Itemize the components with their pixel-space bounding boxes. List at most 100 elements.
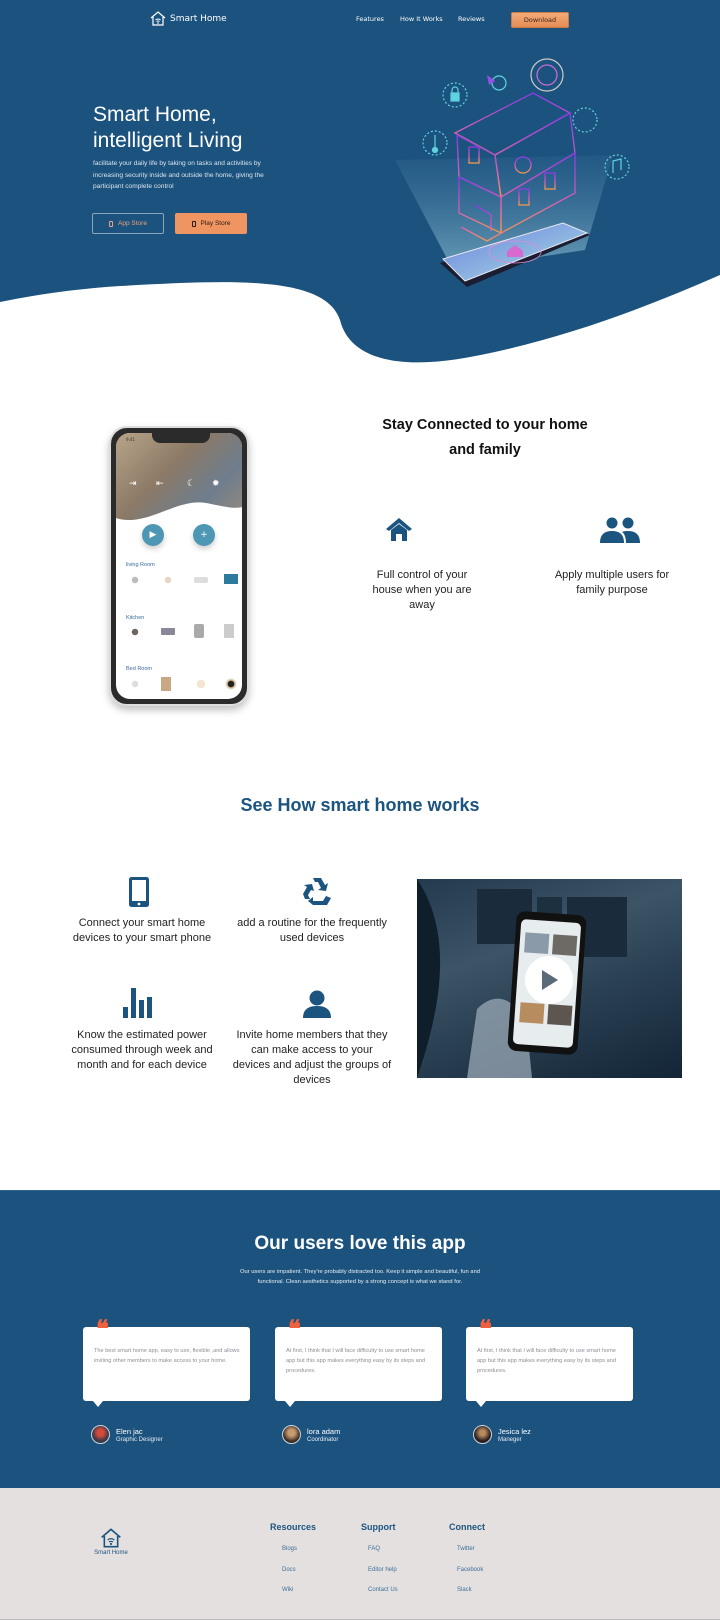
tablet-icon (129, 877, 149, 907)
feature-multiple-users: Apply multiple users for family purpose (554, 569, 670, 596)
smart-house-illustration (395, 58, 630, 287)
hero-subtitle: facilitate your daily life by taking on … (93, 160, 264, 190)
testimonials-subtitle: Our users are impatient. They're probabl… (239, 1269, 481, 1285)
kettle-device[interactable] (194, 624, 204, 638)
testimonial-author: Elen jac Graphic Designer (91, 1425, 163, 1444)
hero-title: Smart Home, intelligent Living (93, 102, 242, 154)
avatar (473, 1425, 492, 1444)
step-connect: Connect your smart home devices to your … (72, 917, 212, 944)
footer-link-contact[interactable]: Contact Us (368, 1587, 398, 1593)
app-phone-mockup: 9:41 ⇥ ⇤ ☾ ✹ ▶ + living Room Kitchen Bed… (109, 426, 249, 706)
testimonial-text: At first, I think that I will face diffi… (477, 1348, 616, 1374)
status-time: 9:41 (126, 437, 135, 442)
quote-icon: ❝ (96, 1314, 109, 1343)
feature-full-control: Full control of your house when you are … (372, 569, 472, 611)
speaker-device[interactable] (224, 677, 238, 691)
room-label-kitchen: Kitchen (126, 615, 145, 621)
footer-brand[interactable]: Smart Home (93, 1528, 129, 1556)
footer-link-slack[interactable]: Slack (457, 1587, 472, 1593)
nav-how-it-works[interactable]: How It Works (400, 15, 443, 23)
user-icon (303, 990, 331, 1018)
testimonial-author: lora adam Coordinator (282, 1425, 340, 1444)
house-wifi-icon (150, 11, 166, 26)
exit-icon[interactable]: ⇤ (156, 479, 164, 489)
pendant-light-device[interactable] (128, 625, 142, 639)
footer-heading-connect: Connect (449, 1522, 485, 1532)
enter-icon[interactable]: ⇥ (129, 479, 137, 489)
download-button[interactable]: Download (511, 12, 569, 28)
microwave-device[interactable] (161, 628, 175, 635)
avatar (282, 1425, 301, 1444)
play-store-button[interactable]: Play Store (175, 213, 247, 234)
footer-heading-resources: Resources (270, 1522, 317, 1532)
testimonial-text: The best smart home app, easy to use, fl… (94, 1348, 240, 1364)
lamp-device[interactable] (128, 573, 142, 587)
room-label-living: living Room (126, 562, 155, 568)
card-tail (93, 1401, 103, 1407)
night-light-device[interactable] (194, 677, 208, 691)
moon-icon[interactable]: ☾ (187, 479, 195, 489)
phone-icon (191, 220, 196, 227)
footer-link-blogs[interactable]: Blogs (282, 1546, 297, 1552)
testimonials-title: Our users love this app (254, 1233, 466, 1254)
testimonial-card: ❝ At first, I think that I will face dif… (275, 1317, 442, 1407)
home-icon (386, 518, 412, 541)
footer-link-editor-help[interactable]: Editor help (368, 1567, 397, 1573)
card-tail (476, 1401, 486, 1407)
avatar (91, 1425, 110, 1444)
testimonial-card: ❝ The best smart home app, easy to use, … (83, 1317, 250, 1407)
recycle-icon (303, 878, 331, 905)
video-player[interactable] (417, 879, 682, 1078)
settings-icon[interactable]: ✹ (212, 479, 220, 489)
footer-link-twitter[interactable]: Twitter (457, 1546, 475, 1552)
nav-reviews[interactable]: Reviews (458, 15, 485, 23)
add-button[interactable]: + (193, 524, 215, 546)
bulb-device[interactable] (161, 573, 175, 587)
footer-link-faq[interactable]: FAQ (368, 1546, 380, 1552)
brand-name: Smart Home (170, 13, 227, 24)
play-store-label: Play Store (200, 220, 231, 227)
hero-section: Smart Home Features How It Works Reviews… (0, 0, 720, 370)
card-tail (285, 1401, 295, 1407)
table-lamp-device[interactable] (128, 677, 142, 691)
author-role: Coordinator (307, 1436, 339, 1443)
how-title: See How smart home works (240, 795, 480, 815)
app-store-label: App Store (118, 220, 147, 227)
author-role: Maneger (498, 1436, 522, 1443)
tv-device[interactable] (224, 574, 238, 584)
phone-notch (152, 433, 210, 443)
curtain-device[interactable] (161, 677, 171, 691)
testimonial-text: At first, I think that I will face diffi… (286, 1348, 425, 1374)
brand-logo[interactable]: Smart Home (150, 11, 227, 26)
quote-icon: ❝ (479, 1314, 492, 1343)
footer-link-docs[interactable]: Docs (282, 1567, 296, 1573)
house-wifi-icon (101, 1528, 121, 1548)
screen-wave (116, 502, 242, 533)
app-store-button[interactable]: App Store (92, 213, 164, 234)
step-invite: Invite home members that they can make a… (232, 1029, 392, 1086)
footer-heading-support: Support (361, 1522, 396, 1532)
author-name: Elen jac (116, 1426, 143, 1436)
connected-title-line1: Stay Connected to your home (382, 417, 588, 433)
connected-title: Stay Connected to your home and family (370, 413, 600, 463)
step-power: Know the estimated power consumed throug… (71, 1029, 213, 1071)
appliance-device[interactable] (224, 624, 234, 638)
author-role: Graphic Designer (116, 1436, 163, 1443)
footer-link-facebook[interactable]: Facebook (457, 1567, 483, 1573)
testimonial-author: Jesica lez Maneger (473, 1425, 531, 1444)
footer-link-wiki[interactable]: Wiki (282, 1587, 293, 1593)
play-button[interactable] (525, 956, 573, 1004)
quote-icon: ❝ (288, 1314, 301, 1343)
room-label-bedroom: Bed Room (126, 666, 152, 672)
connected-title-line2: and family (449, 442, 521, 458)
nav-features[interactable]: Features (356, 15, 384, 23)
author-name: Jesica lez (498, 1426, 531, 1436)
bar-chart-icon (123, 988, 152, 1018)
step-routine: add a routine for the frequently used de… (237, 917, 387, 944)
testimonial-card: ❝ At first, I think that I will face dif… (466, 1317, 633, 1407)
users-icon (600, 517, 640, 543)
ac-device[interactable] (194, 577, 208, 583)
author-name: lora adam (307, 1426, 341, 1436)
camera-button[interactable]: ▶ (142, 524, 164, 546)
hero-title-line1: Smart Home, (93, 103, 217, 126)
